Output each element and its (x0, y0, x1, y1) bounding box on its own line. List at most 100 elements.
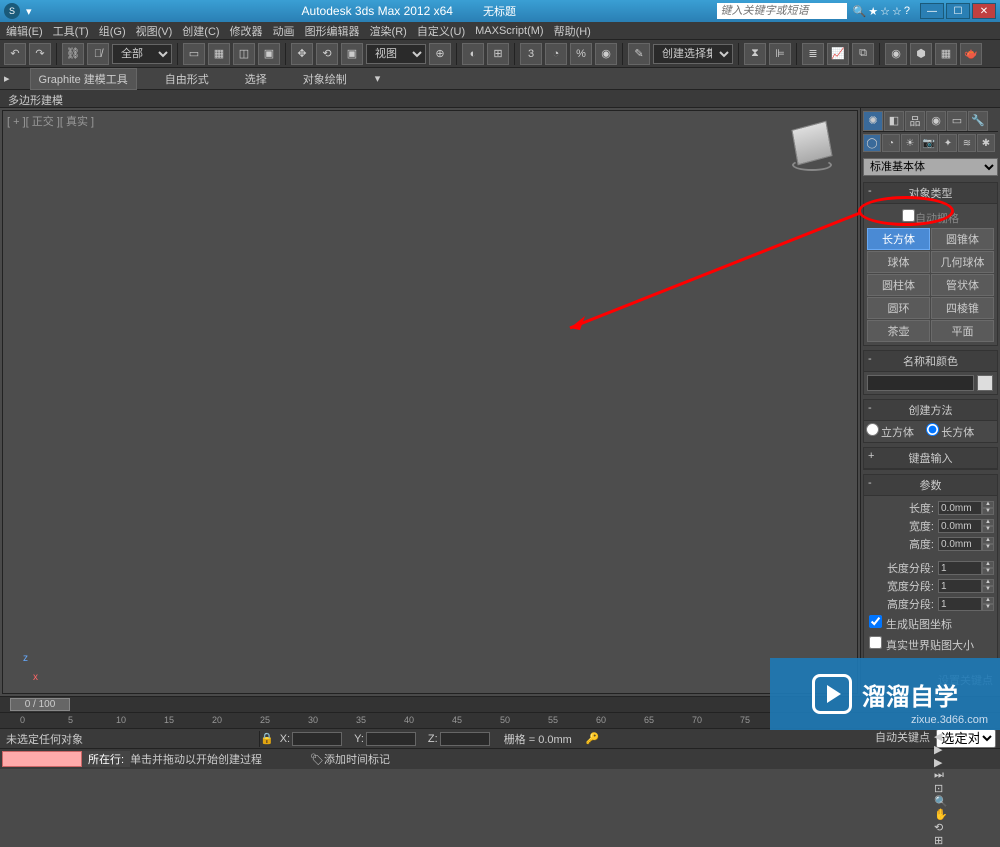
modify-tab[interactable]: ◧ (884, 111, 904, 131)
move-button[interactable]: ✥ (291, 43, 313, 65)
menu-grapheditors[interactable]: 图形编辑器 (305, 23, 360, 39)
prev-frame-button[interactable]: ◀ (934, 730, 1000, 743)
help-search-input[interactable] (717, 3, 847, 19)
manip-button[interactable]: ◐ (462, 43, 484, 65)
star-icon[interactable]: ★ (868, 5, 878, 18)
spinner-down[interactable]: ▼ (982, 568, 994, 575)
orbit-button[interactable]: ⟲ (934, 821, 1000, 834)
time-slider-thumb[interactable]: 0 / 100 (10, 698, 70, 711)
spinner-up[interactable]: ▲ (982, 579, 994, 586)
link-button[interactable]: ⛓ (62, 43, 84, 65)
goto-end-button[interactable]: ⏭ (934, 769, 1000, 782)
lsegs-input[interactable] (938, 561, 982, 575)
object-color-swatch[interactable] (977, 375, 993, 391)
lights-subtab[interactable]: ☀ (901, 134, 919, 152)
spinner-down[interactable]: ▼ (982, 544, 994, 551)
spinner-up[interactable]: ▲ (982, 501, 994, 508)
rotate-button[interactable]: ⟲ (316, 43, 338, 65)
window-crossing-button[interactable]: ▣ (258, 43, 280, 65)
object-name-input[interactable] (867, 375, 974, 391)
menu-create[interactable]: 创建(C) (182, 23, 219, 39)
align-button[interactable]: ⊫ (769, 43, 791, 65)
shapes-subtab[interactable]: ◔ (882, 134, 900, 152)
schematic-button[interactable]: ⧉ (852, 43, 874, 65)
utilities-tab[interactable]: 🔧 (968, 111, 988, 131)
menu-edit[interactable]: 编辑(E) (6, 23, 43, 39)
undo-button[interactable]: ↶ (4, 43, 26, 65)
spinner-snap-button[interactable]: ◉ (595, 43, 617, 65)
zoom-extents-button[interactable]: ⊡ (934, 782, 1000, 795)
play-button[interactable]: ▶ (934, 743, 1000, 756)
selection-filter[interactable]: 全部 (112, 44, 172, 64)
rollout-header[interactable]: -名称和颜色 (864, 351, 997, 372)
spacewarps-subtab[interactable]: ≋ (958, 134, 976, 152)
pyramid-button[interactable]: 四棱锥 (931, 297, 994, 319)
ribbon-toggle-icon[interactable]: ▸ (4, 72, 10, 85)
cameras-subtab[interactable]: 📷 (920, 134, 938, 152)
material-editor-button[interactable]: ◉ (885, 43, 907, 65)
cone-button[interactable]: 圆锥体 (931, 228, 994, 250)
viewport[interactable]: [ + ][ 正交 ][ 真实 ] zx (2, 110, 858, 694)
select-button[interactable]: ▭ (183, 43, 205, 65)
select-name-button[interactable]: ▦ (208, 43, 230, 65)
genmap-checkbox[interactable] (869, 615, 882, 628)
length-input[interactable] (938, 501, 982, 515)
category-combo[interactable]: 标准基本体 (863, 158, 998, 176)
mirror-button[interactable]: ⧗ (744, 43, 766, 65)
autokey-button[interactable]: 自动关键点 (871, 729, 934, 748)
display-tab[interactable]: ▭ (947, 111, 967, 131)
keymode-button[interactable]: ⊞ (487, 43, 509, 65)
motion-tab[interactable]: ◉ (926, 111, 946, 131)
render-frame-button[interactable]: ▦ (935, 43, 957, 65)
pan-button[interactable]: ✋ (934, 808, 1000, 821)
plane-button[interactable]: 平面 (931, 320, 994, 342)
spinner-down[interactable]: ▼ (982, 508, 994, 515)
cylinder-button[interactable]: 圆柱体 (867, 274, 930, 296)
spinner-down[interactable]: ▼ (982, 586, 994, 593)
torus-button[interactable]: 圆环 (867, 297, 930, 319)
menu-rendering[interactable]: 渲染(R) (370, 23, 407, 39)
close-button[interactable]: ✕ (972, 3, 996, 19)
menu-group[interactable]: 组(G) (99, 23, 126, 39)
cube-radio[interactable] (866, 423, 879, 436)
menu-maxscript[interactable]: MAXScript(M) (475, 25, 543, 37)
maximize-button[interactable]: ☐ (946, 3, 970, 19)
render-button[interactable]: 🫖 (960, 43, 982, 65)
render-setup-button[interactable]: ⬢ (910, 43, 932, 65)
ribbon-tab-paint[interactable]: 对象绘制 (295, 69, 355, 89)
unlink-button[interactable]: ⛓̸ (87, 43, 109, 65)
angle-snap-button[interactable]: ◔ (545, 43, 567, 65)
helpers-subtab[interactable]: ✦ (939, 134, 957, 152)
height-input[interactable] (938, 537, 982, 551)
spinner-up[interactable]: ▲ (982, 597, 994, 604)
autogrid-checkbox[interactable] (902, 209, 915, 222)
menu-customize[interactable]: 自定义(U) (417, 23, 465, 39)
cube-radio-label[interactable]: 立方体 (866, 427, 914, 439)
star-icon[interactable]: ☆ (880, 5, 890, 18)
snap-button[interactable]: 3 (520, 43, 542, 65)
addtime-label[interactable]: 添加时间标记 (324, 751, 390, 767)
lock-icon[interactable]: 🔒 (260, 732, 274, 745)
search-icon[interactable]: 🔍 (853, 5, 867, 18)
key-icon[interactable]: 🔑 (580, 732, 606, 745)
pivot-button[interactable]: ⊕ (429, 43, 451, 65)
realworld-checkbox[interactable] (869, 636, 882, 649)
menu-help[interactable]: 帮助(H) (554, 23, 591, 39)
percent-snap-button[interactable]: % (570, 43, 592, 65)
ribbon-tab-freeform[interactable]: 自由形式 (157, 69, 217, 89)
zoom-button[interactable]: 🔍 (934, 795, 1000, 808)
minimize-button[interactable]: — (920, 3, 944, 19)
ribbon-tab-graphite[interactable]: Graphite 建模工具 (30, 68, 137, 90)
box-radio[interactable] (926, 423, 939, 436)
spinner-up[interactable]: ▲ (982, 519, 994, 526)
menu-view[interactable]: 视图(V) (136, 23, 173, 39)
geosphere-button[interactable]: 几何球体 (931, 251, 994, 273)
systems-subtab[interactable]: ✱ (977, 134, 995, 152)
selection-set-combo[interactable]: 创建选择集 (653, 44, 733, 64)
z-input[interactable] (440, 732, 490, 746)
spinner-up[interactable]: ▲ (982, 561, 994, 568)
menu-tools[interactable]: 工具(T) (53, 23, 89, 39)
x-input[interactable] (292, 732, 342, 746)
teapot-button[interactable]: 茶壶 (867, 320, 930, 342)
tube-button[interactable]: 管状体 (931, 274, 994, 296)
